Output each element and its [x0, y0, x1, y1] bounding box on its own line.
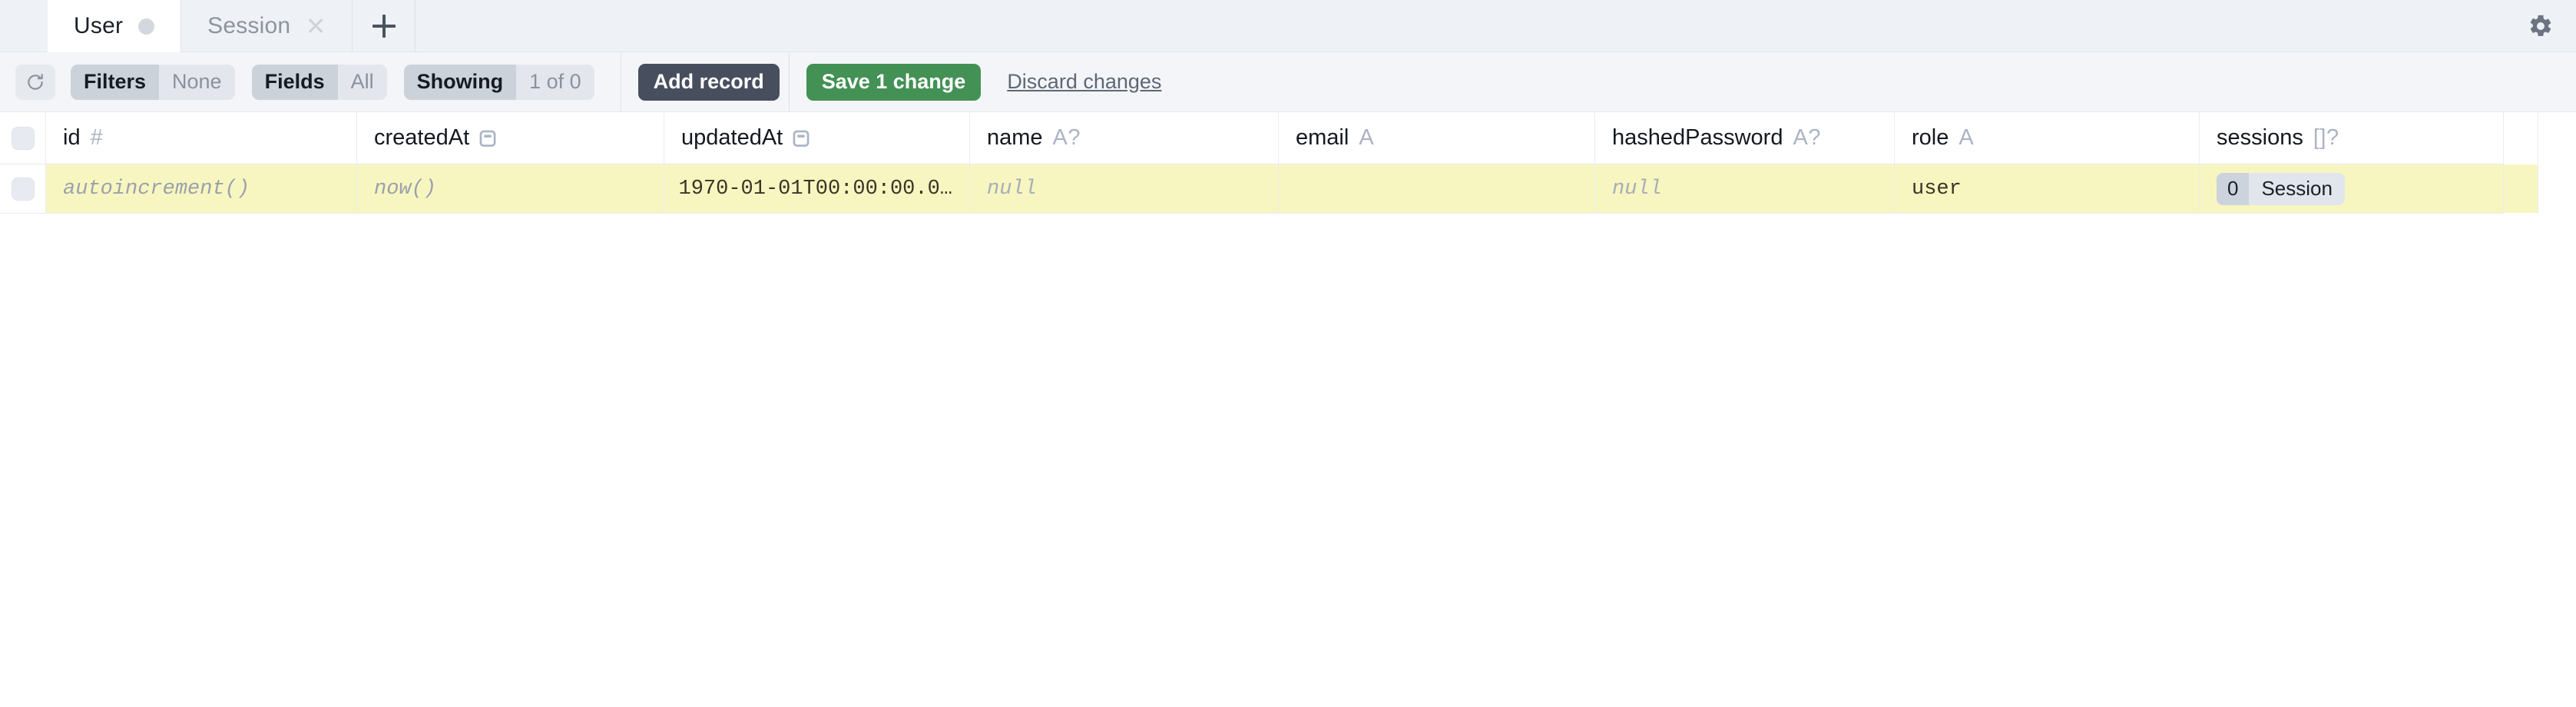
column-header-sessions[interactable]: sessions []? [2200, 112, 2504, 164]
column-name: createdAt [374, 125, 470, 150]
showing-value: 1 of 0 [516, 64, 594, 100]
hash-icon: # [90, 125, 104, 150]
relation-count: 0 [2217, 172, 2250, 205]
tab-session[interactable]: Session [181, 0, 353, 52]
column-header-id[interactable]: id # [46, 112, 357, 164]
column-header-hashedpassword[interactable]: hashedPassword A? [1595, 112, 1895, 164]
plus-icon [372, 15, 396, 38]
column-name: id [63, 125, 81, 150]
showing-label: Showing [403, 64, 517, 100]
column-name: role [1912, 125, 1949, 150]
cell-hashedpassword[interactable]: null [1595, 164, 1895, 213]
calendar-icon [793, 130, 810, 147]
cell-name[interactable]: null [970, 164, 1279, 213]
column-header-createdat[interactable]: createdAt [357, 112, 664, 164]
row-checkbox[interactable] [11, 177, 35, 201]
calendar-icon [479, 130, 496, 147]
cell-value: null [1612, 177, 1662, 201]
column-name: updatedAt [681, 125, 783, 150]
cell-value: now() [374, 177, 437, 201]
toolbar: Filters None Fields All Showing 1 of 0 A… [0, 51, 2576, 112]
column-name: sessions [2217, 125, 2303, 150]
tab-user-label: User [74, 13, 124, 38]
column-name: name [987, 125, 1043, 150]
row-select-cell[interactable] [0, 164, 46, 213]
select-all-checkbox[interactable] [11, 126, 35, 150]
cell-value: 1970-01-01T00:00:00.0… [678, 177, 952, 201]
column-header-filler [2504, 112, 2538, 164]
column-header-updatedat[interactable]: updatedAt [664, 112, 970, 164]
settings-button[interactable] [2525, 11, 2556, 41]
cell-id[interactable]: autoincrement() [46, 164, 357, 213]
close-icon[interactable] [306, 16, 326, 36]
cell-createdat[interactable]: now() [357, 164, 664, 213]
fields-button[interactable]: Fields All [251, 64, 387, 100]
table-row[interactable]: autoincrement() now() 1970-01-01T00:00:0… [0, 164, 2538, 214]
cell-value: null [987, 177, 1037, 201]
discard-changes-link[interactable]: Discard changes [1007, 70, 1161, 94]
showing-button[interactable]: Showing 1 of 0 [403, 64, 594, 100]
add-record-button[interactable]: Add record [637, 63, 780, 101]
filters-button[interactable]: Filters None [71, 64, 235, 100]
select-all-header[interactable] [0, 112, 46, 164]
cell-sessions[interactable]: 0 Session [2200, 164, 2504, 213]
grid-header-row: id # createdAt updatedAt name A? email A [0, 112, 2538, 164]
column-header-name[interactable]: name A? [970, 112, 1279, 164]
cell-value: user [1912, 177, 1962, 201]
refresh-button[interactable] [15, 64, 55, 100]
tab-bar-left-spacer [0, 0, 48, 51]
cell-role[interactable]: user [1895, 164, 2200, 213]
column-header-role[interactable]: role A [1895, 112, 2200, 164]
add-tab-button[interactable] [353, 0, 416, 52]
refresh-icon [28, 73, 43, 90]
data-grid: id # createdAt updatedAt name A? email A [0, 112, 2538, 214]
string-icon: A [1359, 125, 1375, 150]
cell-value: autoincrement() [63, 177, 250, 201]
fields-value: All [337, 64, 387, 100]
tab-user[interactable]: User [48, 0, 182, 52]
gear-icon [2530, 15, 2551, 36]
cell-email[interactable] [1279, 164, 1595, 213]
relation-model-name: Session [2249, 172, 2345, 205]
toolbar-divider-2 [788, 51, 790, 112]
cell-updatedat[interactable]: 1970-01-01T00:00:00.0… [664, 164, 970, 213]
fields-label: Fields [251, 64, 338, 100]
save-changes-button[interactable]: Save 1 change [806, 63, 982, 101]
column-header-email[interactable]: email A [1279, 112, 1595, 164]
list-optional-icon: []? [2313, 125, 2339, 150]
column-name: hashedPassword [1612, 125, 1783, 150]
tab-bar: User Session [0, 0, 2576, 52]
string-optional-icon: A? [1052, 125, 1081, 150]
row-filler [2504, 164, 2538, 213]
string-optional-icon: A? [1793, 125, 1821, 150]
string-icon: A [1958, 125, 1975, 150]
column-name: email [1296, 125, 1349, 150]
filters-value: None [159, 64, 235, 100]
tab-session-label: Session [207, 13, 291, 38]
filters-label: Filters [71, 64, 160, 100]
tab-user-dirty-dot [138, 18, 155, 35]
relation-badge[interactable]: 0 Session [2217, 172, 2345, 205]
